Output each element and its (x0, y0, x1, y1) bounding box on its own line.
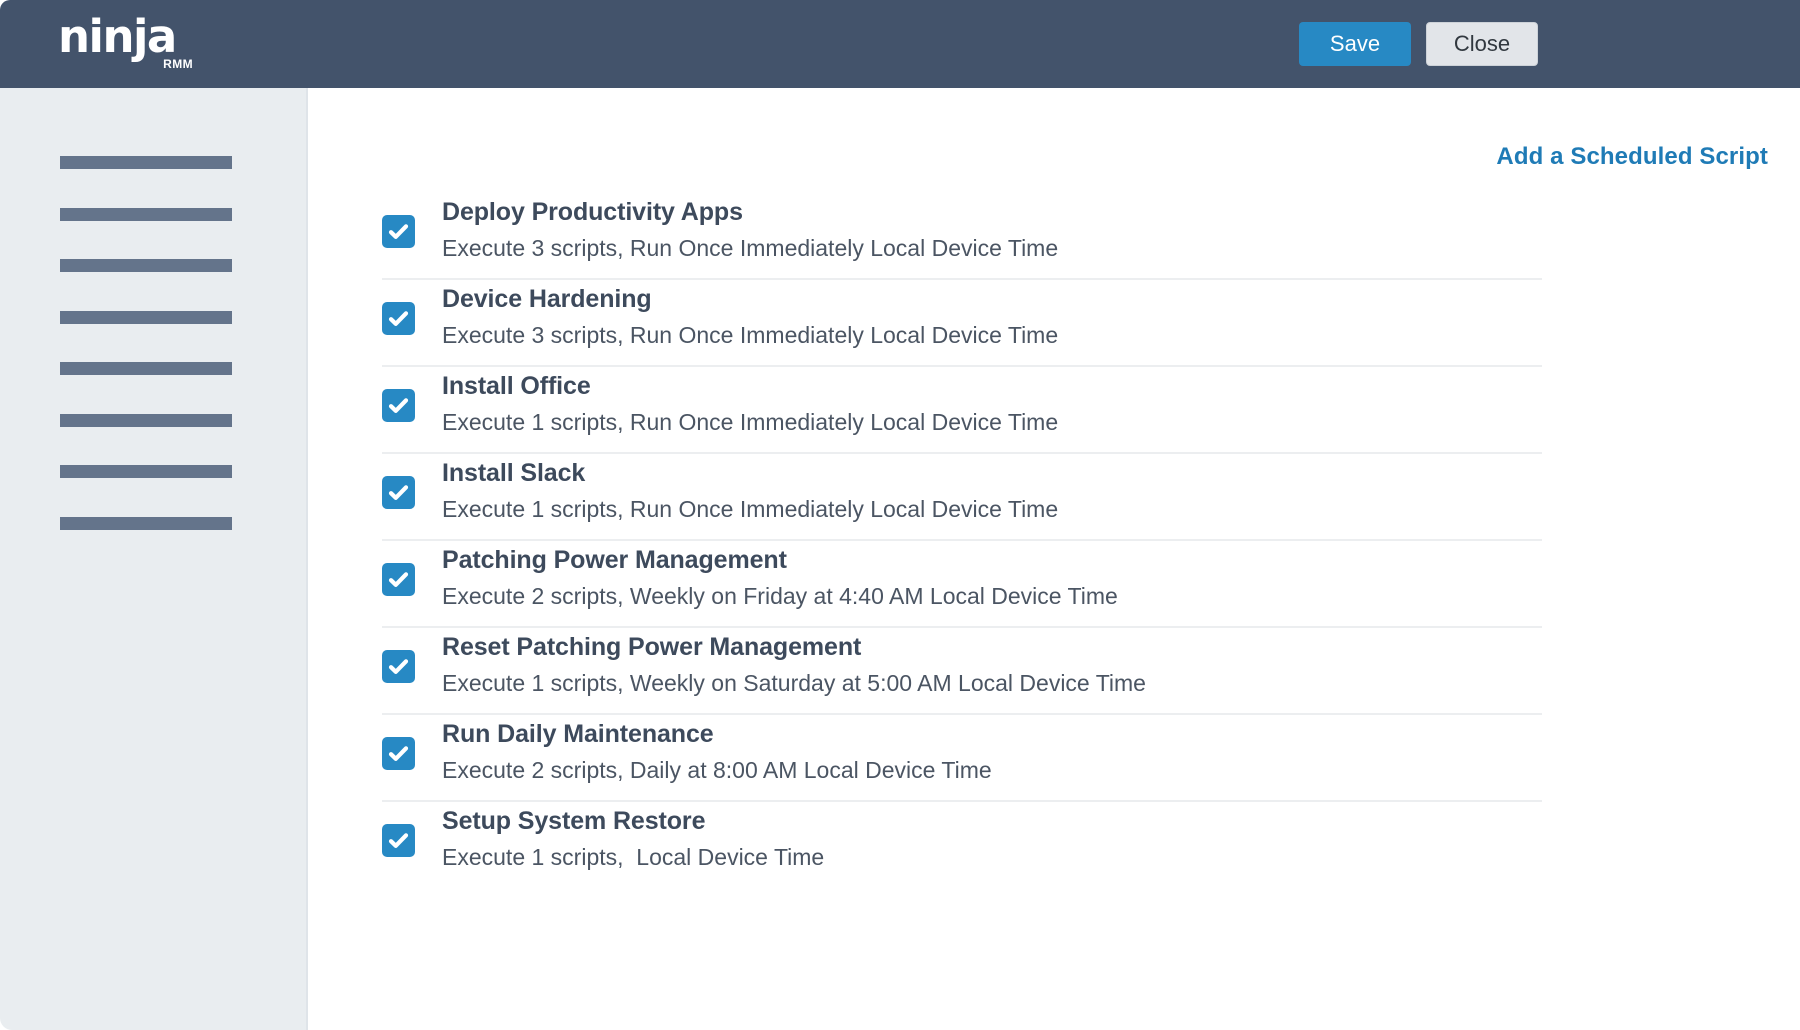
script-row[interactable]: Patching Power Management Execute 2 scri… (382, 541, 1542, 628)
app-header: ninja RMM Save Close (0, 0, 1800, 88)
script-row-text: Setup System Restore Execute 1 scripts, … (442, 802, 824, 874)
script-details: Execute 2 scripts, Weekly on Friday at 4… (442, 577, 1118, 613)
script-details: Execute 3 scripts, Run Once Immediately … (442, 316, 1058, 352)
script-row[interactable]: Device Hardening Execute 3 scripts, Run … (382, 280, 1542, 367)
script-row-text: Deploy Productivity Apps Execute 3 scrip… (442, 193, 1058, 265)
script-details: Execute 1 scripts, Run Once Immediately … (442, 403, 1058, 439)
logo-subtext: RMM (163, 57, 193, 71)
script-details: Execute 2 scripts, Daily at 8:00 AM Loca… (442, 751, 992, 787)
sidebar-item-placeholder-7[interactable] (60, 465, 232, 478)
close-button[interactable]: Close (1426, 22, 1538, 66)
scheduled-script-list: Deploy Productivity Apps Execute 3 scrip… (382, 193, 1542, 889)
script-checkbox[interactable] (382, 476, 415, 509)
script-row-text: Device Hardening Execute 3 scripts, Run … (442, 280, 1058, 352)
script-checkbox[interactable] (382, 389, 415, 422)
script-row[interactable]: Setup System Restore Execute 1 scripts, … (382, 802, 1542, 889)
script-details: Execute 1 scripts, Run Once Immediately … (442, 490, 1058, 526)
script-row[interactable]: Install Slack Execute 1 scripts, Run Onc… (382, 454, 1542, 541)
script-row-text: Patching Power Management Execute 2 scri… (442, 541, 1118, 613)
script-row-text: Reset Patching Power Management Execute … (442, 628, 1146, 700)
sidebar (0, 88, 308, 1030)
sidebar-item-placeholder-3[interactable] (60, 259, 232, 272)
script-details: Execute 1 scripts, Local Device Time (442, 838, 824, 874)
script-checkbox[interactable] (382, 824, 415, 857)
script-details: Execute 1 scripts, Weekly on Saturday at… (442, 664, 1146, 700)
sidebar-item-placeholder-2[interactable] (60, 208, 232, 221)
script-row[interactable]: Reset Patching Power Management Execute … (382, 628, 1542, 715)
script-row[interactable]: Deploy Productivity Apps Execute 3 scrip… (382, 193, 1542, 280)
main-content: Add a Scheduled Script Deploy Productivi… (308, 88, 1800, 1030)
script-details: Execute 3 scripts, Run Once Immediately … (442, 229, 1058, 265)
script-title: Install Slack (442, 454, 1058, 490)
script-row-text: Install Office Execute 1 scripts, Run On… (442, 367, 1058, 439)
script-checkbox[interactable] (382, 302, 415, 335)
script-title: Patching Power Management (442, 541, 1118, 577)
script-title: Device Hardening (442, 280, 1058, 316)
script-title: Deploy Productivity Apps (442, 193, 1058, 229)
script-row[interactable]: Run Daily Maintenance Execute 2 scripts,… (382, 715, 1542, 802)
script-title: Setup System Restore (442, 802, 824, 838)
sidebar-item-placeholder-1[interactable] (60, 156, 232, 169)
script-row[interactable]: Install Office Execute 1 scripts, Run On… (382, 367, 1542, 454)
scheduled-scripts-page: ninja RMM Save Close Add a Scheduled Scr… (0, 0, 1800, 1030)
script-title: Run Daily Maintenance (442, 715, 992, 751)
script-checkbox[interactable] (382, 650, 415, 683)
add-scheduled-script-link[interactable]: Add a Scheduled Script (1496, 143, 1768, 171)
sidebar-item-placeholder-4[interactable] (60, 311, 232, 324)
sidebar-item-placeholder-5[interactable] (60, 362, 232, 375)
script-title: Reset Patching Power Management (442, 628, 1146, 664)
sidebar-item-placeholder-8[interactable] (60, 517, 232, 530)
script-row-text: Install Slack Execute 1 scripts, Run Onc… (442, 454, 1058, 526)
script-row-text: Run Daily Maintenance Execute 2 scripts,… (442, 715, 992, 787)
save-button[interactable]: Save (1299, 22, 1411, 66)
script-checkbox[interactable] (382, 215, 415, 248)
sidebar-item-placeholder-6[interactable] (60, 414, 232, 427)
script-checkbox[interactable] (382, 563, 415, 596)
ninja-rmm-logo: ninja RMM (58, 14, 193, 72)
script-checkbox[interactable] (382, 737, 415, 770)
script-title: Install Office (442, 367, 1058, 403)
logo-wordmark: ninja (58, 10, 176, 63)
